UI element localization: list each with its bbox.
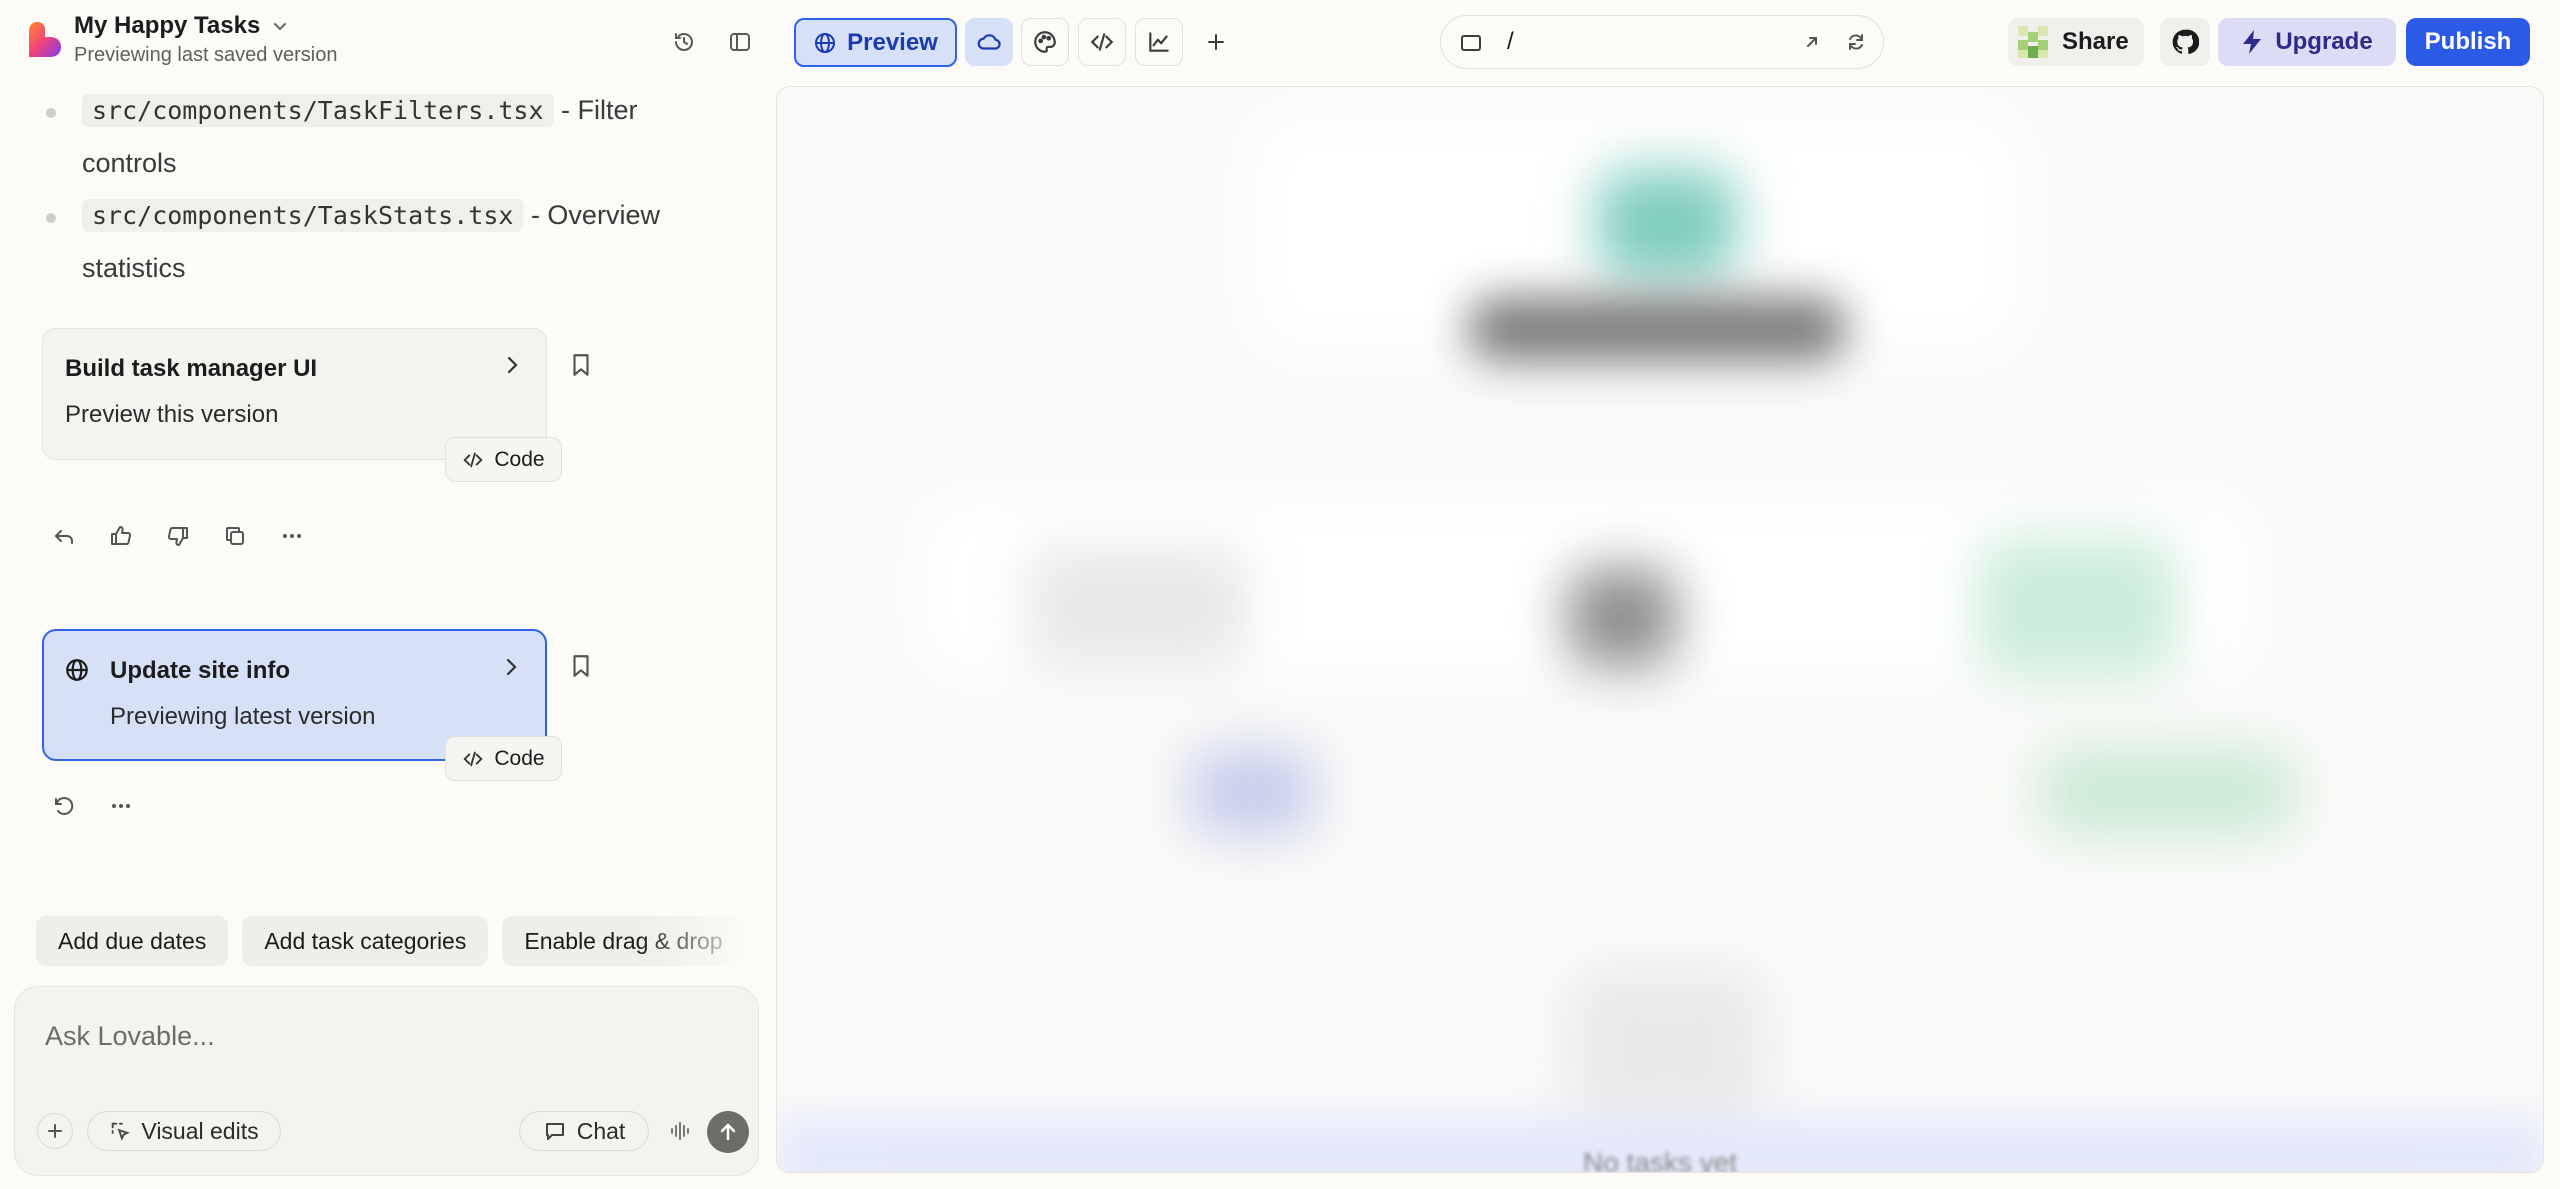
arrow-up-icon [720, 1123, 736, 1141]
project-status: Previewing last saved version [74, 44, 338, 66]
changed-files-list: src/components/TaskFilters.tsx - Filter … [40, 84, 720, 294]
chat-mode-button[interactable]: Chat [519, 1111, 649, 1151]
preview-empty-icon-blur [1567, 967, 1767, 1127]
restore-icon[interactable] [48, 790, 80, 822]
more-icon[interactable] [105, 790, 137, 822]
line-chart-icon [1149, 32, 1169, 52]
code-icon [463, 751, 483, 766]
upgrade-button[interactable]: Upgrade [2218, 18, 2396, 66]
lovable-logo-icon[interactable] [28, 20, 62, 58]
version-subtitle: Preview this version [65, 401, 279, 428]
globe-icon [815, 32, 836, 53]
version-subtitle: Previewing latest version [110, 703, 376, 730]
sidebar-icon [730, 33, 750, 51]
chat-panel: src/components/TaskFilters.tsx - Filter … [0, 84, 775, 1189]
list-item: src/components/TaskStats.tsx - Overview … [40, 189, 720, 294]
code-view-button[interactable] [1078, 18, 1126, 66]
publish-button[interactable]: Publish [2406, 18, 2530, 66]
globe-icon [64, 657, 90, 683]
waveform-icon [671, 1122, 689, 1140]
preview-stat-card [1977, 537, 2177, 677]
github-button[interactable] [2160, 18, 2210, 66]
attach-button[interactable] [37, 1113, 73, 1149]
url-path[interactable]: / [1507, 28, 1514, 56]
thumbs-down-icon[interactable] [162, 520, 194, 552]
preview-title-blur [1467, 297, 1847, 361]
preview-filter-blur [2037, 747, 2297, 837]
cloud-icon [977, 34, 1001, 50]
preview-frame[interactable]: No tasks yet [776, 86, 2544, 1173]
file-desc-cont: controls [82, 148, 177, 178]
device-toggle-icon[interactable] [1459, 31, 1483, 55]
message-actions [48, 520, 308, 552]
chips-fade-overlay [640, 910, 775, 970]
url-bar[interactable]: / [1440, 15, 1884, 69]
suggestion-chip[interactable]: Add task categories [242, 916, 489, 966]
history-icon [675, 33, 693, 51]
message-actions [48, 790, 137, 822]
chat-composer[interactable]: Ask Lovable... Visual edits Chat [14, 986, 759, 1176]
file-path: src/components/TaskStats.tsx [82, 199, 524, 232]
analytics-button[interactable] [1135, 18, 1183, 66]
refresh-icon[interactable] [1845, 31, 1867, 53]
visual-edits-label: Visual edits [141, 1117, 259, 1144]
view-code-button[interactable]: Code [445, 437, 562, 482]
preview-stat-card [1027, 547, 1247, 667]
undo-icon[interactable] [48, 520, 80, 552]
bookmark-icon[interactable] [568, 352, 594, 378]
thumbs-up-icon[interactable] [105, 520, 137, 552]
history-button[interactable] [664, 22, 704, 62]
toggle-sidebar-button[interactable] [720, 22, 760, 62]
preview-tab-button[interactable]: Preview [794, 18, 957, 67]
chat-mode-label: Chat [576, 1117, 626, 1144]
copy-icon[interactable] [219, 520, 251, 552]
suggestion-chip[interactable]: Add due dates [36, 916, 229, 966]
add-view-button[interactable] [1196, 22, 1236, 62]
lightning-icon [2243, 30, 2262, 54]
chat-input[interactable]: Ask Lovable... [45, 1021, 215, 1052]
project-title-dropdown[interactable]: My Happy Tasks [74, 12, 288, 40]
code-icon [1090, 33, 1114, 51]
cursor-select-icon [112, 1122, 131, 1141]
code-label: Code [494, 746, 545, 770]
plus-icon [48, 1124, 62, 1138]
theme-button[interactable] [1021, 18, 1069, 66]
send-button[interactable] [707, 1111, 749, 1153]
file-desc: - Overview [523, 200, 660, 230]
file-path: src/components/TaskFilters.tsx [82, 94, 554, 127]
version-title: Update site info [110, 657, 291, 684]
list-item: src/components/TaskFilters.tsx - Filter … [40, 84, 720, 189]
open-external-icon[interactable] [1801, 31, 1823, 53]
voice-input-button[interactable] [663, 1113, 697, 1149]
empty-state-text: No tasks yet [1582, 1147, 1738, 1173]
file-desc-cont: statistics [82, 253, 186, 283]
preview-stat-card [1567, 567, 1677, 667]
file-desc: - Filter [553, 95, 638, 125]
top-bar: My Happy Tasks Previewing last saved ver… [0, 0, 2560, 84]
chevron-down-icon [274, 23, 287, 31]
chat-bubble-icon [545, 1123, 564, 1140]
share-button[interactable]: Share [2008, 18, 2144, 66]
code-label: Code [494, 447, 545, 471]
version-title: Build task manager UI [65, 355, 318, 382]
cloud-button[interactable] [965, 18, 1013, 66]
chevron-right-icon [499, 655, 523, 679]
chevron-right-icon [500, 353, 524, 377]
more-icon[interactable] [276, 520, 308, 552]
share-label: Share [2062, 28, 2129, 55]
preview-logo-blur [1597, 169, 1737, 279]
upgrade-label: Upgrade [2275, 28, 2373, 55]
preview-label: Preview [847, 28, 938, 56]
user-avatar-icon [2018, 26, 2048, 58]
plus-icon [1208, 34, 1224, 50]
code-icon [463, 452, 483, 467]
visual-edits-button[interactable]: Visual edits [87, 1111, 281, 1151]
project-title: My Happy Tasks [74, 12, 261, 39]
bookmark-icon[interactable] [568, 653, 594, 679]
palette-icon [1034, 31, 1056, 53]
github-icon [2172, 29, 2199, 55]
preview-filter-blur [1187, 747, 1317, 837]
view-code-button[interactable]: Code [445, 736, 562, 781]
